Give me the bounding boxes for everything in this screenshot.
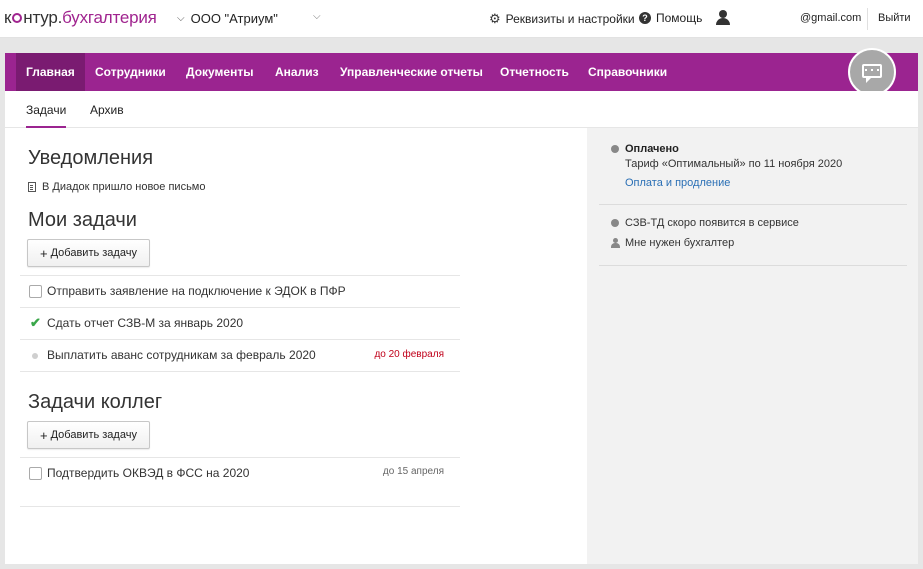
chat-button[interactable] <box>848 48 896 96</box>
logo-text-k: к <box>4 8 12 27</box>
divider <box>20 506 460 507</box>
add-task-button[interactable]: + Добавить задачу <box>27 239 150 267</box>
gear-icon: ⚙ <box>489 11 501 26</box>
task-label[interactable]: Подтвердить ОКВЭД в ФСС на 2020 <box>47 466 249 480</box>
user-icon[interactable] <box>716 10 730 26</box>
help-link[interactable]: ? Помощь <box>639 11 702 25</box>
info-icon <box>611 145 619 153</box>
settings-label: Реквизиты и настройки <box>505 12 635 26</box>
task-checkbox[interactable] <box>29 285 42 298</box>
szv-td-notice[interactable]: СЗВ-ТД скоро появится в сервисе <box>625 217 799 229</box>
payment-status: Оплачено <box>625 143 679 155</box>
tab-tasks[interactable]: Задачи <box>26 103 67 128</box>
main-nav: Главная Сотрудники Документы Анализ Упра… <box>5 53 918 91</box>
divider <box>599 265 907 266</box>
add-colleague-task-button[interactable]: + Добавить задачу <box>27 421 150 449</box>
checkmark-icon[interactable]: ✔ <box>30 315 41 331</box>
top-bar: к нтур.бухгалтерия ⌵ ООО "Атриум" ⌵ ⚙ Рек… <box>0 0 923 38</box>
payment-link[interactable]: Оплата и продление <box>625 177 730 189</box>
task-label[interactable]: Выплатить аванс сотрудникам за февраль 2… <box>47 348 316 362</box>
task-row: Отправить заявление на подключение к ЭДО… <box>20 275 460 307</box>
tariff-text: Тариф «Оптимальный» по 11 ноября 2020 <box>625 158 843 170</box>
colleague-tasks-title: Задачи коллег <box>28 391 163 413</box>
settings-link[interactable]: ⚙ Реквизиты и настройки <box>489 11 635 27</box>
nav-item-documents[interactable]: Документы <box>186 53 253 91</box>
add-task-label: Добавить задачу <box>50 247 137 259</box>
logo-text-kontur: нтур. <box>23 8 63 27</box>
help-label: Помощь <box>656 11 703 25</box>
notification-text: В Диадок пришло новое письмо <box>42 181 206 193</box>
task-due-date: до 20 февраля <box>374 349 444 360</box>
nav-item-management-reports[interactable]: Управленческие отчеты <box>340 53 483 91</box>
divider <box>599 204 907 205</box>
add-task-label: Добавить задачу <box>50 429 137 441</box>
task-label[interactable]: Отправить заявление на подключение к ЭДО… <box>47 284 346 298</box>
task-row: Подтвердить ОКВЭД в ФСС на 2020 до 15 ап… <box>20 457 460 489</box>
nav-item-home[interactable]: Главная <box>16 53 85 91</box>
logo-ring-icon <box>12 13 23 23</box>
task-row: ✔ Сдать отчет СЗВ-М за январь 2020 <box>20 307 460 339</box>
task-label[interactable]: Сдать отчет СЗВ-М за январь 2020 <box>47 316 243 330</box>
logo[interactable]: к нтур.бухгалтерия <box>4 8 157 28</box>
notification-item[interactable]: В Диадок пришло новое письмо <box>28 181 206 193</box>
user-email[interactable]: @gmail.com <box>800 12 861 24</box>
divider <box>20 371 460 372</box>
org-name: ООО "Атриум" <box>190 11 278 26</box>
divider <box>867 8 868 30</box>
info-icon <box>611 219 619 227</box>
nav-item-employees[interactable]: Сотрудники <box>95 53 166 91</box>
sidebar-panel <box>587 128 918 564</box>
notifications-title: Уведомления <box>28 147 154 169</box>
plus-icon: + <box>40 245 48 261</box>
task-checkbox[interactable] <box>29 467 42 480</box>
task-due-date: до 15 апреля <box>382 466 444 477</box>
person-icon <box>611 238 620 248</box>
nav-item-analysis[interactable]: Анализ <box>275 53 319 91</box>
nav-item-reporting[interactable]: Отчетность <box>500 53 569 91</box>
task-status-dot-icon <box>32 353 38 359</box>
document-icon <box>28 182 36 192</box>
help-icon: ? <box>639 12 651 24</box>
task-row: Выплатить аванс сотрудникам за февраль 2… <box>20 339 460 371</box>
tab-archive[interactable]: Архив <box>90 103 124 117</box>
logout-link[interactable]: Выйти <box>878 12 911 24</box>
my-tasks-title: Мои задачи <box>28 209 137 231</box>
plus-icon: + <box>40 427 48 443</box>
org-selector[interactable]: ⌵ ООО "Атриум" <box>177 11 278 26</box>
logo-text-product: бухгалтерия <box>62 8 157 27</box>
sub-tabs: Задачи Архив <box>5 91 918 128</box>
org-dropdown-chevron-icon[interactable]: ⌵ <box>313 11 321 22</box>
need-accountant-link[interactable]: Мне нужен бухгалтер <box>625 237 734 249</box>
nav-item-reference[interactable]: Справочники <box>588 53 667 91</box>
chevron-down-icon: ⌵ <box>177 13 185 24</box>
